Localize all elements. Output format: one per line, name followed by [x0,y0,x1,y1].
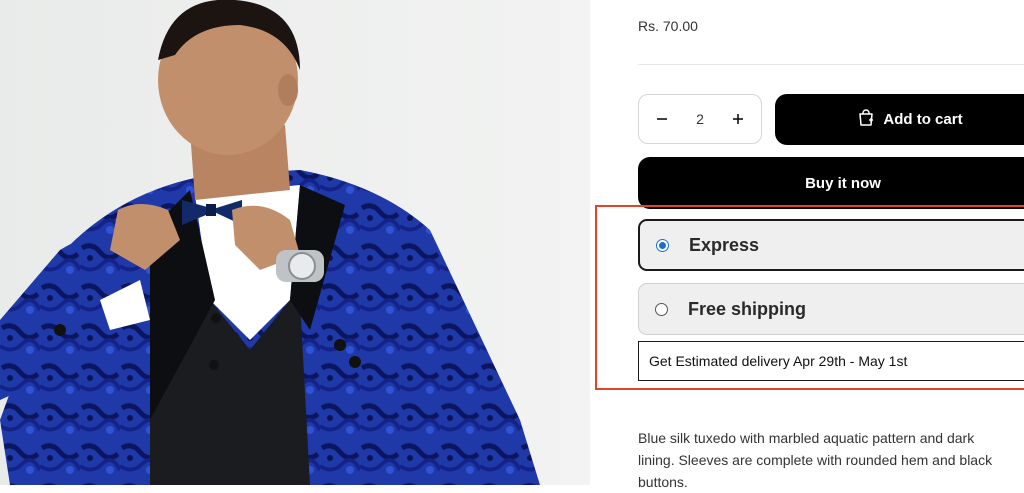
delivery-estimate: Get Estimated delivery Apr 29th - May 1s… [638,341,1024,381]
plus-icon[interactable] [729,110,747,128]
product-image[interactable] [0,0,590,485]
buy-now-button[interactable]: Buy it now [638,157,1024,209]
product-description: Blue silk tuxedo with marbled aquatic pa… [638,430,993,490]
shipping-option-free[interactable]: Free shipping [638,283,1024,335]
buy-now-label: Buy it now [805,174,881,192]
shipping-option-express[interactable]: Express [638,219,1024,271]
quantity-stepper[interactable]: 2 [638,94,762,144]
add-to-cart-button[interactable]: Add to cart [775,94,1024,145]
cart-icon [857,108,875,131]
minus-icon[interactable] [653,110,671,128]
quantity-value[interactable]: 2 [696,111,704,127]
divider [638,64,1024,65]
shipping-option-label: Express [689,234,760,255]
add-to-cart-label: Add to cart [883,111,963,128]
product-price: Rs. 70.00 [638,18,698,34]
product-photo [0,0,590,485]
shipping-option-label: Free shipping [688,298,807,319]
product-info-panel: Rs. 70.00 2 Add to cart Buy it now Expre… [590,0,1024,490]
radio-selected-icon[interactable] [656,238,669,252]
radio-unselected-icon[interactable] [655,302,668,316]
